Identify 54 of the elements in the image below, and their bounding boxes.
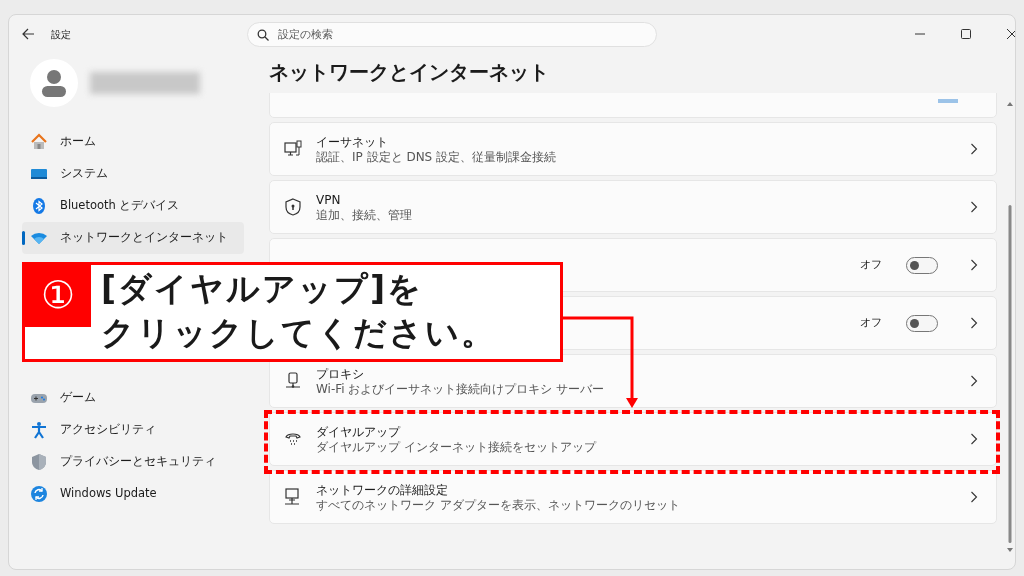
close-icon[interactable] — [1007, 29, 1015, 39]
sidebar-item[interactable]: ネットワークとインターネット — [22, 222, 244, 254]
sidebar-item[interactable]: Bluetooth とデバイス — [22, 190, 244, 222]
setting-title: イーサネット — [316, 133, 389, 150]
shield-icon — [284, 198, 302, 216]
toggle-switch[interactable] — [938, 99, 958, 103]
chevron-right-icon — [970, 201, 978, 213]
setting-title: ダイヤルアップ — [316, 423, 402, 440]
setting-title: ネットワークの詳細設定 — [316, 481, 449, 498]
proxy-icon — [284, 372, 302, 390]
setting-card[interactable]: ダイヤルアップ ダイヤルアップ インターネット接続をセットアップ — [269, 412, 997, 466]
chevron-right-icon — [970, 375, 978, 387]
setting-description: 追加、接続、管理 — [316, 207, 413, 223]
phone-icon — [284, 430, 302, 448]
toggle-label: オフ — [860, 256, 882, 273]
toggle-switch[interactable] — [906, 314, 938, 332]
setting-card[interactable]: プロキシ Wi-Fi およびイーサネット接続向けプロキシ サーバー — [269, 354, 997, 408]
chevron-right-icon — [970, 433, 978, 445]
bluetooth-icon — [30, 197, 48, 215]
ethernet-monitor-icon — [284, 140, 302, 158]
back-icon[interactable] — [21, 27, 35, 41]
sidebar-item[interactable]: ホーム — [22, 126, 244, 158]
setting-card[interactable]: ネットワークの詳細設定 すべてのネットワーク アダプターを表示、ネットワークのリセット — [269, 470, 997, 524]
sidebar-item[interactable]: プライバシーとセキュリティ — [22, 446, 244, 478]
setting-description: ダイヤルアップ インターネット接続をセットアップ — [316, 439, 598, 455]
maximize-icon[interactable] — [961, 29, 971, 39]
chevron-right-icon — [970, 259, 978, 271]
window-title: 設定 — [51, 27, 71, 42]
avatar — [30, 59, 78, 107]
chevron-right-icon — [970, 491, 978, 503]
computer-network-icon — [284, 488, 302, 506]
sidebar-item[interactable]: システム — [22, 158, 244, 190]
toggle-label: オフ — [860, 314, 882, 331]
toggle-switch[interactable] — [906, 256, 938, 274]
chevron-right-icon — [970, 317, 978, 329]
house-icon — [30, 133, 48, 151]
step-number: ① — [25, 265, 91, 327]
sidebar-item[interactable]: Windows Update — [22, 478, 244, 510]
search-icon — [257, 28, 269, 41]
setting-card[interactable]: イーサネット 認証、IP 設定と DNS 設定、従量制課金接続 — [269, 122, 997, 176]
search-field[interactable]: 設定の検索 — [247, 21, 657, 47]
sync-icon — [30, 485, 48, 503]
sidebar-item[interactable]: アクセシビリティ — [22, 414, 244, 446]
sidebar-item[interactable]: ゲーム — [22, 382, 244, 414]
setting-description: すべてのネットワーク アダプターを表示、ネットワークのリセット — [316, 497, 681, 513]
setting-title: VPN — [316, 191, 342, 208]
setting-card[interactable]: VPN 追加、接続、管理 — [269, 180, 997, 234]
setting-title: プロキシ — [316, 365, 365, 382]
shield-icon — [30, 453, 48, 471]
setting-description: Wi-Fi およびイーサネット接続向けプロキシ サーバー — [316, 381, 606, 397]
chevron-right-icon — [970, 143, 978, 155]
page-title: ネットワークとインターネット — [269, 59, 550, 86]
accessibility-icon — [30, 421, 48, 439]
setting-description: 認証、IP 設定と DNS 設定、従量制課金接続 — [316, 149, 558, 165]
